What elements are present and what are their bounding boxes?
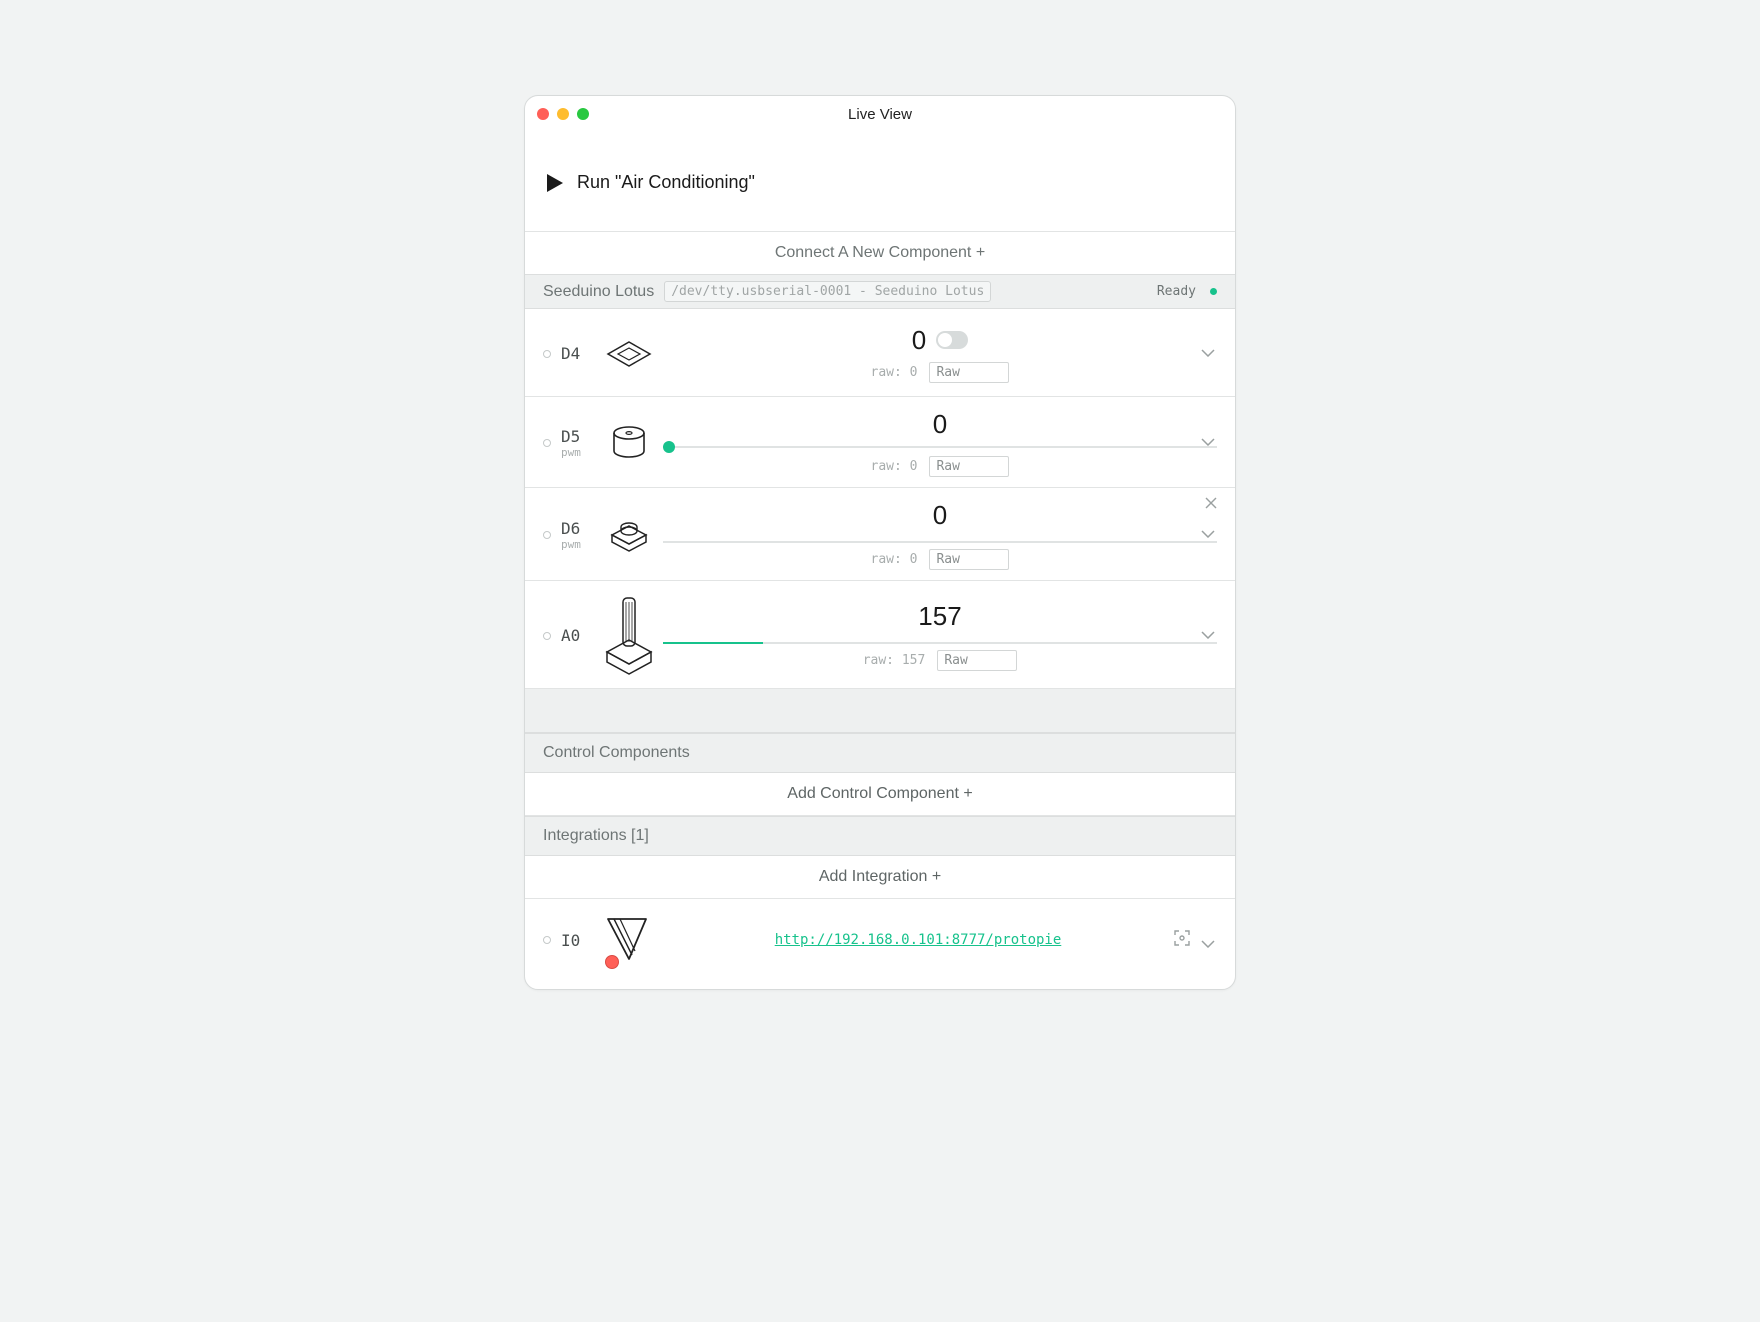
pin-label: D5	[561, 427, 595, 446]
pin-label: D4	[561, 344, 595, 363]
component-chip-icon	[595, 340, 663, 368]
component-joystick-icon	[595, 594, 663, 678]
chevron-down-icon[interactable]	[1201, 344, 1215, 362]
component-cylinder-icon	[595, 423, 663, 463]
pin-label: A0	[561, 626, 595, 645]
status-dot-icon	[1210, 288, 1217, 295]
pin-row-d4: D4 0 raw: 0 Raw	[525, 309, 1235, 397]
pin-raw: raw: 0	[871, 459, 918, 474]
window-close-icon[interactable]	[537, 108, 549, 120]
progress-fill	[663, 642, 763, 644]
window-zoom-icon[interactable]	[577, 108, 589, 120]
pin-value: 0	[933, 500, 947, 531]
app-window: Live View Run "Air Conditioning" Connect…	[524, 95, 1236, 990]
component-button-icon	[595, 515, 663, 555]
chevron-down-icon[interactable]	[1201, 525, 1215, 543]
run-button[interactable]: Run "Air Conditioning"	[525, 132, 1235, 231]
pin-track	[663, 541, 1217, 543]
add-control-component-button[interactable]: Add Control Component +	[525, 773, 1235, 816]
device-header: Seeduino Lotus /dev/tty.usbserial-0001 -…	[525, 274, 1235, 309]
pin-row-a0: A0 157 raw: 157 Raw	[525, 581, 1235, 689]
integration-url-link[interactable]: http://192.168.0.101:8777/protopie	[663, 932, 1173, 948]
pin-radio[interactable]	[543, 531, 551, 539]
pin-raw: raw: 157	[863, 653, 926, 668]
device-path[interactable]: /dev/tty.usbserial-0001 - Seeduino Lotus	[664, 281, 991, 302]
pin-label: D6	[561, 519, 595, 538]
run-label: Run "Air Conditioning"	[577, 172, 755, 193]
connect-component-button[interactable]: Connect A New Component +	[525, 231, 1235, 274]
pin-row-d5: D5 pwm 0 raw: 0 Raw	[525, 397, 1235, 488]
chevron-down-icon[interactable]	[1201, 626, 1215, 644]
pin-slider[interactable]	[663, 446, 1217, 448]
integration-protopie-icon	[595, 915, 663, 965]
scan-icon[interactable]	[1173, 929, 1191, 952]
add-integration-button[interactable]: Add Integration +	[525, 856, 1235, 899]
titlebar: Live View	[525, 96, 1235, 132]
slider-handle-icon[interactable]	[663, 441, 675, 453]
pin-value: 157	[918, 601, 961, 632]
integration-radio[interactable]	[543, 936, 551, 944]
pin-mode-select[interactable]: Raw	[937, 650, 1017, 671]
play-icon	[547, 174, 563, 192]
chevron-down-icon[interactable]	[1201, 433, 1215, 451]
control-components-header: Control Components	[525, 733, 1235, 773]
window-title: Live View	[525, 106, 1235, 123]
pin-raw: raw: 0	[871, 365, 918, 380]
pin-radio[interactable]	[543, 632, 551, 640]
pin-value: 0	[912, 325, 926, 356]
pin-radio[interactable]	[543, 439, 551, 447]
pin-radio[interactable]	[543, 350, 551, 358]
device-name: Seeduino Lotus	[543, 283, 654, 301]
pin-mode-select[interactable]: Raw	[929, 456, 1009, 477]
status-dot-red-icon	[605, 955, 619, 969]
pin-sublabel: pwm	[561, 538, 595, 551]
pin-sublabel: pwm	[561, 446, 595, 459]
device-status: Ready	[1157, 284, 1196, 299]
pin-mode-select[interactable]: Raw	[929, 362, 1009, 383]
pin-toggle[interactable]	[936, 331, 968, 349]
window-minimize-icon[interactable]	[557, 108, 569, 120]
pin-progress	[663, 642, 1217, 644]
pin-value: 0	[933, 409, 947, 440]
chevron-down-icon[interactable]	[1201, 935, 1215, 953]
pin-row-d6: D6 pwm 0 raw: 0 Raw	[525, 488, 1235, 581]
integrations-header: Integrations [1]	[525, 816, 1235, 856]
pin-mode-select[interactable]: Raw	[929, 549, 1009, 570]
traffic-lights	[537, 108, 589, 120]
spacer-band	[525, 689, 1235, 733]
pin-raw: raw: 0	[871, 552, 918, 567]
integration-row-i0: I0 http://192.168.0.101:8777/protopie	[525, 899, 1235, 989]
close-icon[interactable]	[1205, 496, 1217, 514]
integration-label: I0	[561, 931, 595, 950]
